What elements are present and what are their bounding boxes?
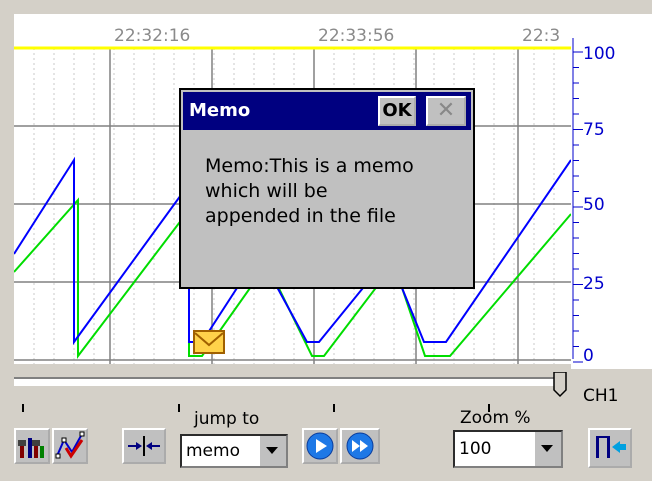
exit-icon <box>596 436 626 458</box>
ok-button[interactable]: OK <box>378 96 416 126</box>
time-label-2: 22:33:56 <box>318 26 395 46</box>
memo-text-line: appended in the file <box>205 205 396 227</box>
y-label-0: 0 <box>583 346 594 366</box>
scroll-tick <box>333 404 335 412</box>
exit-button[interactable] <box>588 428 632 468</box>
close-button[interactable]: ✕ <box>426 96 466 126</box>
compress-icon <box>128 436 160 456</box>
zoom-label: Zoom % <box>460 408 531 428</box>
channel-label: CH1 <box>583 386 619 406</box>
zoom-dropdown-button[interactable] <box>533 432 561 466</box>
jump-to-dropdown-button[interactable] <box>258 436 286 466</box>
trend-line-icon <box>55 431 85 459</box>
recorder-screen: 22:32:16 22:33:56 22:3 100 75 50 25 0 Me… <box>0 0 652 481</box>
memo-text-line: Memo:This is a memo <box>205 155 414 177</box>
play-icon <box>306 432 334 460</box>
memo-titlebar[interactable]: Memo OK ✕ <box>183 92 471 130</box>
trend-button[interactable] <box>52 428 88 464</box>
jump-to-select[interactable]: memo <box>180 434 288 468</box>
jump-to-label: jump to <box>194 409 260 429</box>
time-label-3: 22:3 <box>522 26 561 46</box>
memo-dialog: Memo OK ✕ Memo:This is a memo which will… <box>179 88 475 289</box>
play-button[interactable] <box>302 428 338 464</box>
y-label-75: 75 <box>583 120 605 140</box>
y-label-100: 100 <box>583 44 616 64</box>
memo-marker-icon[interactable] <box>193 330 225 354</box>
zoom-select[interactable]: 100 <box>453 430 563 468</box>
zoom-value: 100 <box>459 439 492 459</box>
time-scrollbar-thumb[interactable] <box>552 372 568 398</box>
compress-button[interactable] <box>122 428 166 464</box>
chevron-down-icon <box>541 445 553 452</box>
jump-to-value: memo <box>186 441 240 461</box>
fast-forward-icon <box>346 432 374 460</box>
close-icon: ✕ <box>436 98 456 123</box>
y-scale <box>571 14 652 369</box>
time-scrollbar-track[interactable] <box>14 377 562 386</box>
memo-text-line: which will be <box>205 180 328 202</box>
memo-text: Memo:This is a memo which will be append… <box>205 154 455 229</box>
y-scale-ticks <box>572 38 583 363</box>
chevron-down-icon <box>266 447 278 454</box>
scroll-tick <box>178 404 180 412</box>
settings-tools-icon <box>18 438 44 458</box>
memo-title: Memo <box>189 100 251 121</box>
time-label-1: 22:32:16 <box>114 26 191 46</box>
y-label-50: 50 <box>583 195 605 215</box>
y-label-25: 25 <box>583 274 605 294</box>
scroll-tick <box>22 404 24 412</box>
settings-button[interactable] <box>14 428 50 464</box>
fast-forward-button[interactable] <box>340 428 380 464</box>
